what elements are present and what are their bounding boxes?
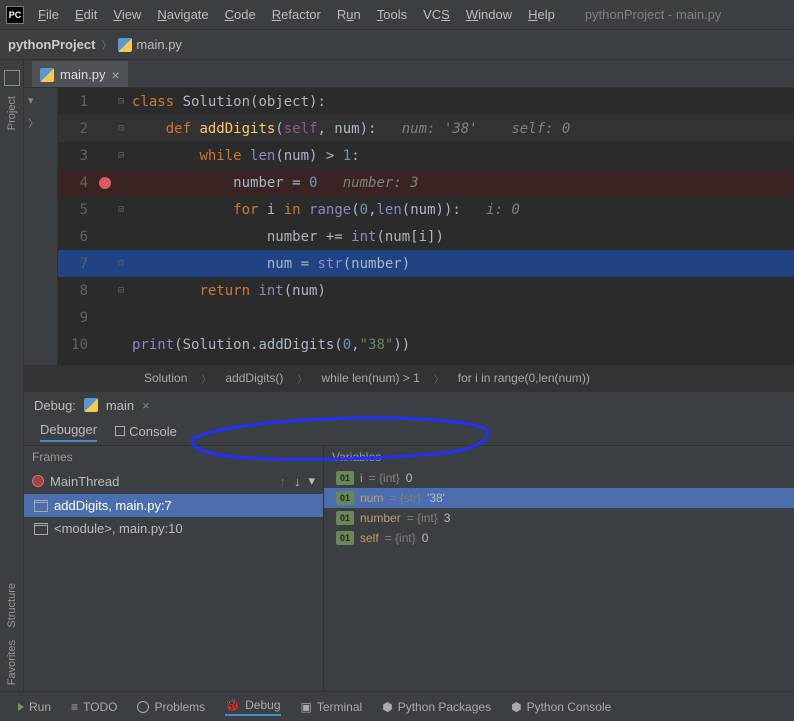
debug-body: Frames MainThread ↑ ↓ ▾ addDigits, main.… <box>24 446 794 691</box>
editor-wrap: ▾ 〉 1⊟class Solution(object): 2⊟ def add… <box>24 88 794 691</box>
variable-row[interactable]: 01number= {int}3 <box>324 508 794 528</box>
problems-icon <box>137 701 149 713</box>
window-title: pythonProject - main.py <box>585 7 722 22</box>
tool-terminal[interactable]: ▣ Terminal <box>301 700 363 714</box>
menu-window[interactable]: Window <box>458 3 520 26</box>
menu-view[interactable]: View <box>105 3 149 26</box>
menu-run[interactable]: Run <box>329 3 369 26</box>
menu-help[interactable]: Help <box>520 3 563 26</box>
frames-menu-icon[interactable]: ▾ <box>308 473 315 489</box>
tool-problems[interactable]: Problems <box>137 700 205 714</box>
rail-project[interactable]: Project <box>6 96 18 130</box>
nav-file[interactable]: main.py <box>118 37 182 52</box>
project-tool-icon[interactable] <box>4 70 20 86</box>
frames-list: addDigits, main.py:7 <module>, main.py:1… <box>24 494 323 691</box>
thread-selector[interactable]: MainThread <box>32 474 271 489</box>
code-editor[interactable]: ▾ 〉 1⊟class Solution(object): 2⊟ def add… <box>24 88 794 365</box>
crumb-class[interactable]: Solution <box>144 371 187 385</box>
crumb-fn[interactable]: addDigits() <box>225 371 283 385</box>
bottom-tool-bar: Run ≡ TODO Problems 🐞 Debug ▣ Terminal ⬢… <box>0 691 794 721</box>
main-body: Project Structure Favorites main.py × ▾ … <box>0 60 794 691</box>
variable-row[interactable]: 01self= {int}0 <box>324 528 794 548</box>
debug-run-config[interactable]: main <box>106 398 134 413</box>
frames-label: Frames <box>24 446 323 468</box>
nav-project[interactable]: pythonProject <box>8 37 95 52</box>
rail-favorites[interactable]: Favorites <box>6 640 18 685</box>
debug-header: Debug: main × <box>24 392 794 418</box>
stackframe-icon <box>34 523 48 535</box>
editor-main: main.py × ▾ 〉 1⊟class Solution(object): … <box>24 60 794 691</box>
run-icon <box>18 703 24 711</box>
variables-panel: Variables 01i= {int}0 01num= {str}'38' 0… <box>324 446 794 691</box>
python-run-icon <box>84 398 98 412</box>
frames-toolbar: MainThread ↑ ↓ ▾ <box>24 468 323 494</box>
console-icon <box>115 426 125 436</box>
nav-bar: pythonProject 〉 main.py <box>0 30 794 60</box>
variables-list: 01i= {int}0 01num= {str}'38' 01number= {… <box>324 468 794 691</box>
tool-python-packages[interactable]: ⬢ Python Packages <box>382 700 491 714</box>
menu-refactor[interactable]: Refactor <box>264 3 329 26</box>
python-file-icon <box>40 68 54 82</box>
rail-structure[interactable]: Structure <box>6 583 18 628</box>
menu-navigate[interactable]: Navigate <box>149 3 216 26</box>
menu-edit[interactable]: Edit <box>67 3 105 26</box>
close-tab-icon[interactable]: × <box>112 67 120 83</box>
code-area[interactable]: 1⊟class Solution(object): 2⊟ def addDigi… <box>58 88 794 365</box>
variables-label: Variables <box>324 446 794 468</box>
tab-label: main.py <box>60 67 106 82</box>
crumb-for[interactable]: for i in range(0,len(num)) <box>458 371 590 385</box>
tab-console[interactable]: Console <box>115 424 177 439</box>
main-menu: File Edit View Navigate Code Refactor Ru… <box>30 3 563 26</box>
menu-code[interactable]: Code <box>217 3 264 26</box>
chevron-right-icon: 〉 <box>101 37 112 53</box>
project-gutter[interactable]: ▾ 〉 <box>24 88 58 365</box>
ide-logo-icon: PC <box>6 6 24 24</box>
nav-file-label: main.py <box>136 37 182 52</box>
structure-breadcrumbs: Solution〉 addDigits()〉 while len(num) > … <box>24 365 794 391</box>
tab-main-py[interactable]: main.py × <box>32 61 128 87</box>
breakpoint-icon[interactable] <box>99 177 111 189</box>
menu-tools[interactable]: Tools <box>369 3 415 26</box>
frames-panel: Frames MainThread ↑ ↓ ▾ addDigits, main.… <box>24 446 324 691</box>
tool-python-console[interactable]: ⬢ Python Console <box>511 700 611 714</box>
var-badge-icon: 01 <box>336 531 354 545</box>
debug-tool-window: Debug: main × Debugger Console Frames <box>24 391 794 691</box>
frame-item[interactable]: addDigits, main.py:7 <box>24 494 323 517</box>
prev-frame-icon[interactable]: ↑ <box>279 474 286 489</box>
debug-subtabs: Debugger Console <box>24 418 794 446</box>
stackframe-icon <box>34 500 48 512</box>
crumb-while[interactable]: while len(num) > 1 <box>321 371 419 385</box>
var-badge-icon: 01 <box>336 491 354 505</box>
menu-file[interactable]: File <box>30 3 67 26</box>
editor-tabs: main.py × <box>24 60 794 88</box>
left-tool-rail: Project Structure Favorites <box>0 60 24 691</box>
python-file-icon <box>118 38 132 52</box>
thread-name: MainThread <box>50 474 119 489</box>
thread-status-icon <box>32 475 44 487</box>
var-badge-icon: 01 <box>336 511 354 525</box>
tab-debugger[interactable]: Debugger <box>40 422 97 442</box>
menu-bar: PC File Edit View Navigate Code Refactor… <box>0 0 794 30</box>
frame-item[interactable]: <module>, main.py:10 <box>24 517 323 540</box>
close-icon[interactable]: × <box>142 398 150 413</box>
variable-row[interactable]: 01i= {int}0 <box>324 468 794 488</box>
tool-debug[interactable]: 🐞 Debug <box>225 698 280 716</box>
var-badge-icon: 01 <box>336 471 354 485</box>
tool-run[interactable]: Run <box>18 700 51 714</box>
debug-title: Debug: <box>34 398 76 413</box>
next-frame-icon[interactable]: ↓ <box>294 474 301 489</box>
variable-row[interactable]: 01num= {str}'38' <box>324 488 794 508</box>
tool-todo[interactable]: ≡ TODO <box>71 700 117 714</box>
menu-vcs[interactable]: VCS <box>415 3 458 26</box>
